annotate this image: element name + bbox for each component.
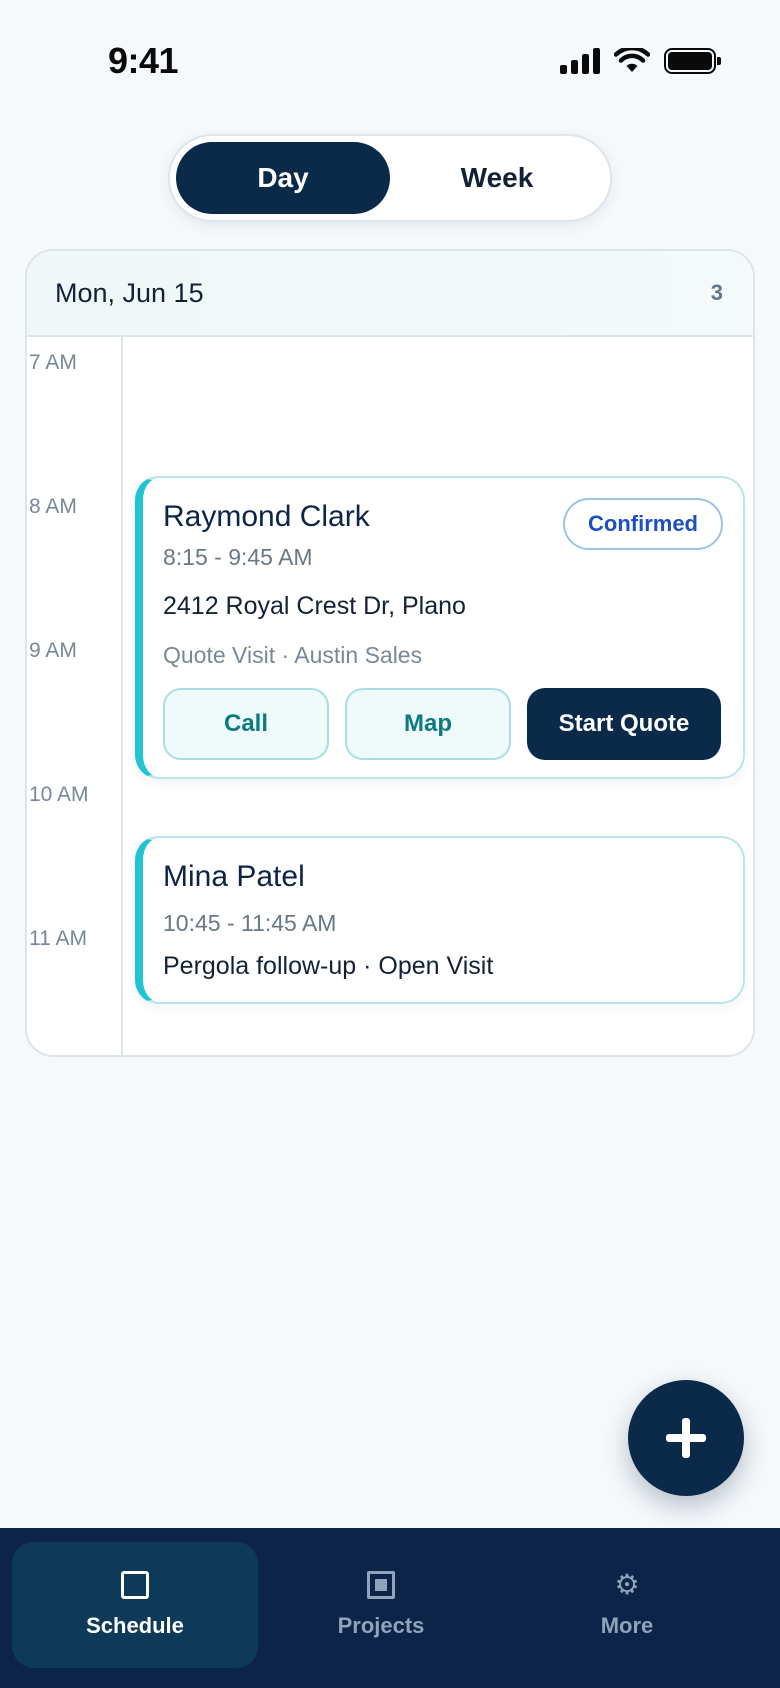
start-quote-button[interactable]: Start Quote [527, 688, 721, 760]
calendar-date: Mon, Jun 15 [55, 277, 204, 308]
event-actions: Call Map Start Quote [163, 688, 721, 760]
event-address: 2412 Royal Crest Dr, Plano [163, 592, 466, 620]
status-badge: Confirmed [563, 498, 723, 550]
wifi-icon [614, 48, 650, 72]
event-type: Quote Visit · Austin Sales [163, 642, 423, 668]
status-bar: 9:41 [0, 0, 780, 120]
tab-schedule[interactable]: Schedule [12, 1542, 258, 1668]
calendar-header: Mon, Jun 15 3 [27, 251, 753, 337]
week-view-button[interactable]: Week [390, 142, 604, 214]
event-time-range: 10:45 - 11:45 AM [163, 910, 337, 936]
appointment-count: 3 [710, 280, 723, 305]
projects-icon [367, 1571, 395, 1599]
gear-icon: ⚙ [614, 1569, 640, 1600]
time-label: 8 AM [29, 495, 77, 518]
event-time-range: 8:15 - 9:45 AM [163, 544, 313, 570]
event-customer-name: Mina Patel [163, 860, 305, 893]
view-toggle: Day Week [168, 134, 612, 222]
tab-label: More [600, 1613, 654, 1638]
time-label: 9 AM [29, 639, 77, 662]
time-column: 7 AM 8 AM 9 AM 10 AM 11 AM [27, 337, 123, 1055]
plus-icon [666, 1418, 706, 1458]
time-label: 10 AM [29, 783, 89, 806]
event-customer-name: Raymond Clark [163, 500, 370, 533]
tab-label: Projects [337, 1613, 425, 1638]
calendar-square-icon [121, 1571, 149, 1599]
tab-label: Schedule [86, 1613, 184, 1638]
time-label: 11 AM [29, 927, 87, 950]
cellular-signal-icon [560, 48, 600, 74]
day-calendar: Mon, Jun 15 3 7 AM 8 AM 9 AM 10 AM 11 AM… [25, 249, 755, 1057]
event-card-raymond-clark[interactable]: Raymond Clark 8:15 - 9:45 AM Confirmed 2… [135, 476, 745, 779]
battery-icon [664, 48, 721, 74]
status-time: 9:41 [108, 40, 179, 81]
day-view-button[interactable]: Day [176, 142, 390, 214]
status-icons [560, 48, 721, 74]
add-appointment-button[interactable] [628, 1380, 744, 1496]
event-card-mina-patel[interactable]: Mina Patel 10:45 - 11:45 AM Pergola foll… [135, 836, 745, 1004]
tab-projects[interactable]: Projects [258, 1542, 504, 1668]
map-button[interactable]: Map [345, 688, 511, 760]
call-button[interactable]: Call [163, 688, 329, 760]
event-description: Pergola follow-up · Open Visit [163, 952, 494, 980]
bottom-tab-bar: Schedule Projects ⚙ More [0, 1528, 780, 1688]
tab-more[interactable]: ⚙ More [504, 1542, 750, 1668]
time-label: 7 AM [29, 351, 77, 374]
